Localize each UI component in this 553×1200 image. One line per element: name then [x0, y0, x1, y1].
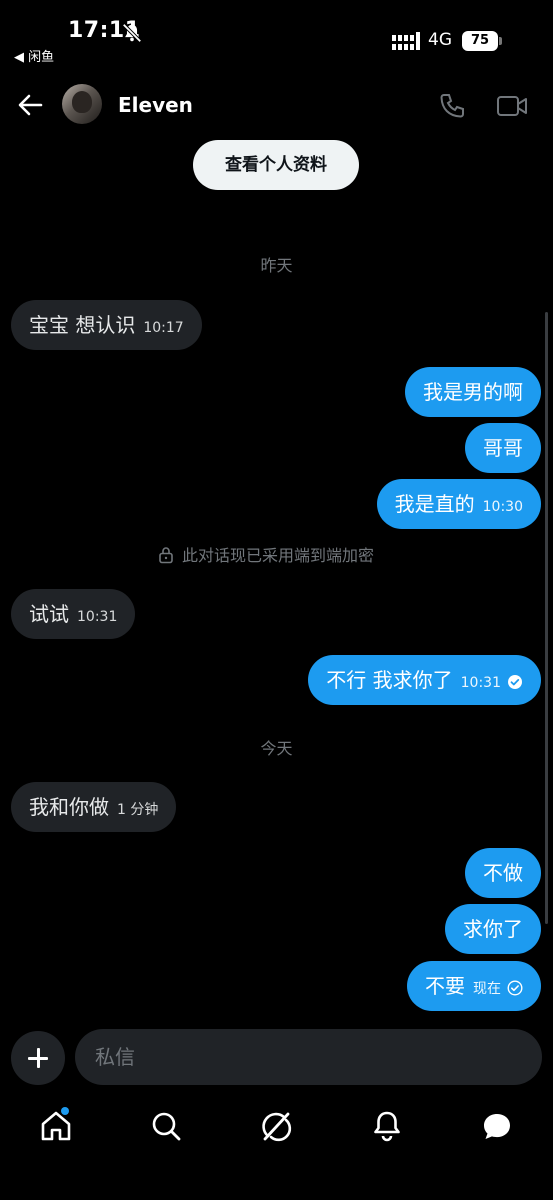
message-time: 10:31 [77, 609, 118, 625]
message-text: 哥哥 [483, 436, 523, 460]
contact-avatar[interactable] [62, 84, 102, 124]
message-bubble-outgoing[interactable]: 求你了 [445, 904, 541, 954]
video-call-icon[interactable] [496, 92, 528, 120]
message-bubble-incoming[interactable]: 我和你做 1 分钟 [11, 782, 177, 832]
back-arrow-icon[interactable] [16, 88, 44, 122]
date-separator-yesterday: 昨天 [260, 256, 293, 275]
message-text: 求你了 [463, 917, 523, 941]
lock-icon [159, 547, 173, 564]
grok-icon[interactable] [259, 1108, 293, 1144]
message-text: 试试 [29, 602, 69, 626]
view-profile-button[interactable]: 查看个人资料 [193, 140, 359, 190]
message-time: 10:31 [460, 675, 501, 691]
message-bubble-outgoing[interactable]: 不行 我求你了 10:31 [308, 655, 541, 705]
seen-check-icon [507, 980, 523, 996]
signal-icon [392, 32, 420, 50]
message-input[interactable] [75, 1029, 542, 1085]
message-bubble-outgoing[interactable]: 我是男的啊 [405, 367, 541, 417]
home-notification-dot [61, 1107, 69, 1115]
battery-tip [499, 37, 502, 45]
message-text: 不做 [483, 861, 523, 885]
message-bubble-incoming[interactable]: 试试 10:31 [11, 589, 136, 639]
encryption-notice: 此对话现已采用端到端加密 [158, 542, 374, 566]
message-bubble-outgoing[interactable]: 哥哥 [465, 423, 541, 473]
battery-level: 75 [462, 31, 498, 51]
encryption-text: 此对话现已采用端到端加密 [182, 546, 375, 565]
search-icon[interactable] [149, 1108, 183, 1144]
message-bubble-outgoing[interactable]: 不要 现在 [407, 961, 541, 1011]
conversation-scrollbar[interactable] [545, 312, 548, 924]
message-time: 现在 [473, 981, 501, 997]
message-bubble-outgoing[interactable]: 我是直的 10:30 [376, 479, 541, 529]
notifications-icon[interactable] [370, 1108, 404, 1144]
message-text: 不行 我求你了 [326, 668, 453, 692]
contact-name[interactable]: Eleven [118, 93, 193, 117]
phone-call-icon[interactable] [438, 92, 466, 120]
back-to-app-link[interactable]: ◀ 闲鱼 [14, 46, 54, 65]
date-separator-today: 今天 [260, 739, 293, 758]
network-type: 4G [428, 30, 452, 50]
message-time: 1 分钟 [117, 802, 159, 818]
seen-check-icon [508, 675, 522, 689]
message-time: 10:17 [143, 320, 184, 336]
message-text: 不要 [425, 974, 465, 998]
message-time: 10:30 [482, 499, 523, 515]
messages-icon[interactable] [480, 1108, 514, 1144]
message-bubble-incoming[interactable]: 宝宝 想认识 10:17 [11, 300, 202, 350]
message-text: 我是男的啊 [423, 380, 523, 404]
bell-muted-icon [122, 23, 142, 43]
message-text: 宝宝 想认识 [29, 313, 136, 337]
add-media-button[interactable] [11, 1031, 65, 1085]
message-text: 我是直的 [394, 492, 475, 516]
message-bubble-outgoing[interactable]: 不做 [465, 848, 541, 898]
message-text: 我和你做 [29, 795, 109, 819]
